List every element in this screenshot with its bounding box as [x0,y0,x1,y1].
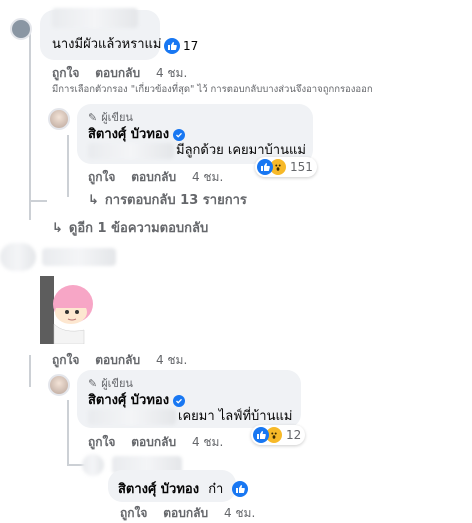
timestamp[interactable]: 4 ชม. [224,506,255,520]
reply-button[interactable]: ตอบกลับ [163,506,208,520]
like-icon [232,481,248,497]
reply-button[interactable]: ตอบกลับ [95,66,140,80]
reply-arrow-icon: ↳ [88,193,99,208]
commenter-name[interactable]: สิตางศุ์ บัวทอง [118,482,199,497]
like-icon [164,38,180,54]
commenter-name[interactable]: สิตางศุ์ บัวทอง [88,389,186,410]
reply-actions: ถูกใจ ตอบกลับ 4 ชม. [88,168,223,187]
pencil-icon: ✎ [88,376,98,390]
like-button[interactable]: ถูกใจ [88,435,115,449]
filter-note: มีการเลือกตัวกรอง "เกี่ยวข้องที่สุด" ไว้… [52,84,373,95]
redacted-mention [88,409,176,425]
reaction-badge[interactable]: 12 [251,425,306,445]
reply-arrow-icon: ↳ [52,221,63,236]
reply-button[interactable]: ตอบกลับ [95,353,140,367]
redacted-avatar [0,243,36,271]
like-button[interactable]: ถูกใจ [52,353,79,367]
timestamp[interactable]: 4 ชม. [156,66,187,80]
see-more-replies[interactable]: ↳ ดูอีก 1 ข้อความตอบกลับ [52,217,208,238]
like-icon [257,159,273,175]
reply-text: ก๋า [208,482,224,497]
like-button[interactable]: ถูกใจ [88,170,115,184]
sticker [40,276,96,344]
timestamp[interactable]: 4 ชม. [192,170,223,184]
timestamp[interactable]: 4 ชม. [192,435,223,449]
pencil-icon: ✎ [88,110,98,124]
view-more-replies[interactable]: ↳ การตอบกลับ 13 รายการ [88,189,247,210]
author-avatar[interactable] [48,108,70,130]
comment-actions: ถูกใจ ตอบกลับ 4 ชม. [52,64,187,83]
like-button[interactable]: ถูกใจ [120,506,147,520]
verified-icon [173,128,186,141]
reaction-badge[interactable]: 151 [255,157,317,177]
timestamp[interactable]: 4 ชม. [156,353,187,367]
thread-line [67,400,69,465]
reply-button[interactable]: ตอบกลับ [131,170,176,184]
reply-button[interactable]: ตอบกลับ [131,435,176,449]
redacted-name [42,248,116,266]
thread-line [67,135,69,197]
commenter-name[interactable]: สิตางศุ์ บัวทอง [88,123,186,144]
reply-actions: ถูกใจ ตอบกลับ 4 ชม. [88,433,223,452]
like-button[interactable]: ถูกใจ [52,66,79,80]
thread-line [29,30,31,220]
reply-content: สิตางศุ์ บัวทอง ก๋า [118,478,223,499]
reaction-badge[interactable]: 17 [162,36,202,56]
reply-actions: ถูกใจ ตอบกลับ 4 ชม. [120,504,255,523]
thread-line [29,355,31,387]
avatar[interactable] [10,18,32,40]
reaction-badge[interactable] [232,479,248,498]
like-icon [253,427,269,443]
reply-text: เคยมา ไลฟ์ที่บ้านแม่ [178,409,293,424]
redacted-mention [88,143,174,159]
comment-actions: ถูกใจ ตอบกลับ 4 ชม. [52,351,187,370]
verified-icon [173,394,186,407]
comment-text: นางมีผัวแล้วหราแม่ [52,37,162,52]
redacted-avatar [82,454,104,476]
thread-line [29,200,47,202]
redacted-name [52,8,138,28]
author-avatar[interactable] [48,374,70,396]
